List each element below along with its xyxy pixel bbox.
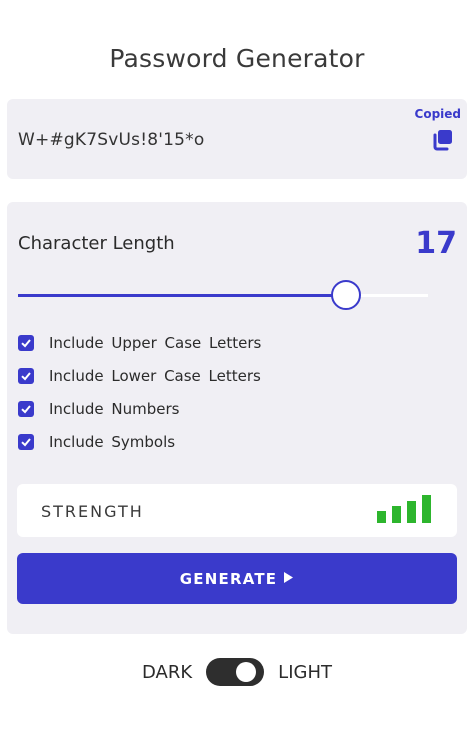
strength-bar-3 [407,501,416,523]
strength-label: STRENGTH [41,502,144,521]
generate-label: GENERATE [179,569,278,588]
option-label: Include Symbols [49,433,176,451]
length-slider[interactable] [18,280,428,310]
check-icon [21,339,31,348]
strength-bar-4 [422,495,431,523]
page-title: Password Generator [109,44,365,73]
option-numbers[interactable]: Include Numbers [18,399,179,419]
password-display: W+#gK7SvUs!8'15*o Copied [7,99,467,179]
option-uppercase[interactable]: Include Upper Case Letters [18,333,261,353]
check-icon [21,438,31,447]
options-panel: Character Length 17 Include Upper Case L… [7,202,467,634]
toggle-knob [236,662,257,682]
checkbox-uppercase[interactable] [18,335,34,351]
light-label: LIGHT [278,661,332,683]
checkbox-numbers[interactable] [18,401,34,417]
slider-fill [18,294,346,297]
generate-button[interactable]: GENERATE [17,553,457,604]
password-text: W+#gK7SvUs!8'15*o [18,130,205,150]
theme-switcher: DARK LIGHT [0,658,474,686]
strength-bar-2 [392,506,401,523]
option-symbols[interactable]: Include Symbols [18,432,175,452]
copied-label: Copied [414,107,461,121]
theme-toggle[interactable] [206,658,265,686]
character-length-label: Character Length [18,233,175,254]
checkbox-lowercase[interactable] [18,368,34,384]
copy-icon[interactable] [431,129,453,151]
character-length-value: 17 [415,226,457,261]
slider-thumb[interactable] [331,280,361,310]
dark-label: DARK [142,661,193,683]
option-label: Include Numbers [49,400,180,418]
option-label: Include Upper Case Letters [49,334,262,352]
check-icon [21,405,31,414]
checkbox-symbols[interactable] [18,434,34,450]
option-lowercase[interactable]: Include Lower Case Letters [18,366,261,386]
option-label: Include Lower Case Letters [49,367,261,385]
play-arrow-icon [283,569,294,588]
check-icon [21,372,31,381]
strength-bar-1 [377,511,386,523]
strength-meter: STRENGTH [17,484,457,537]
